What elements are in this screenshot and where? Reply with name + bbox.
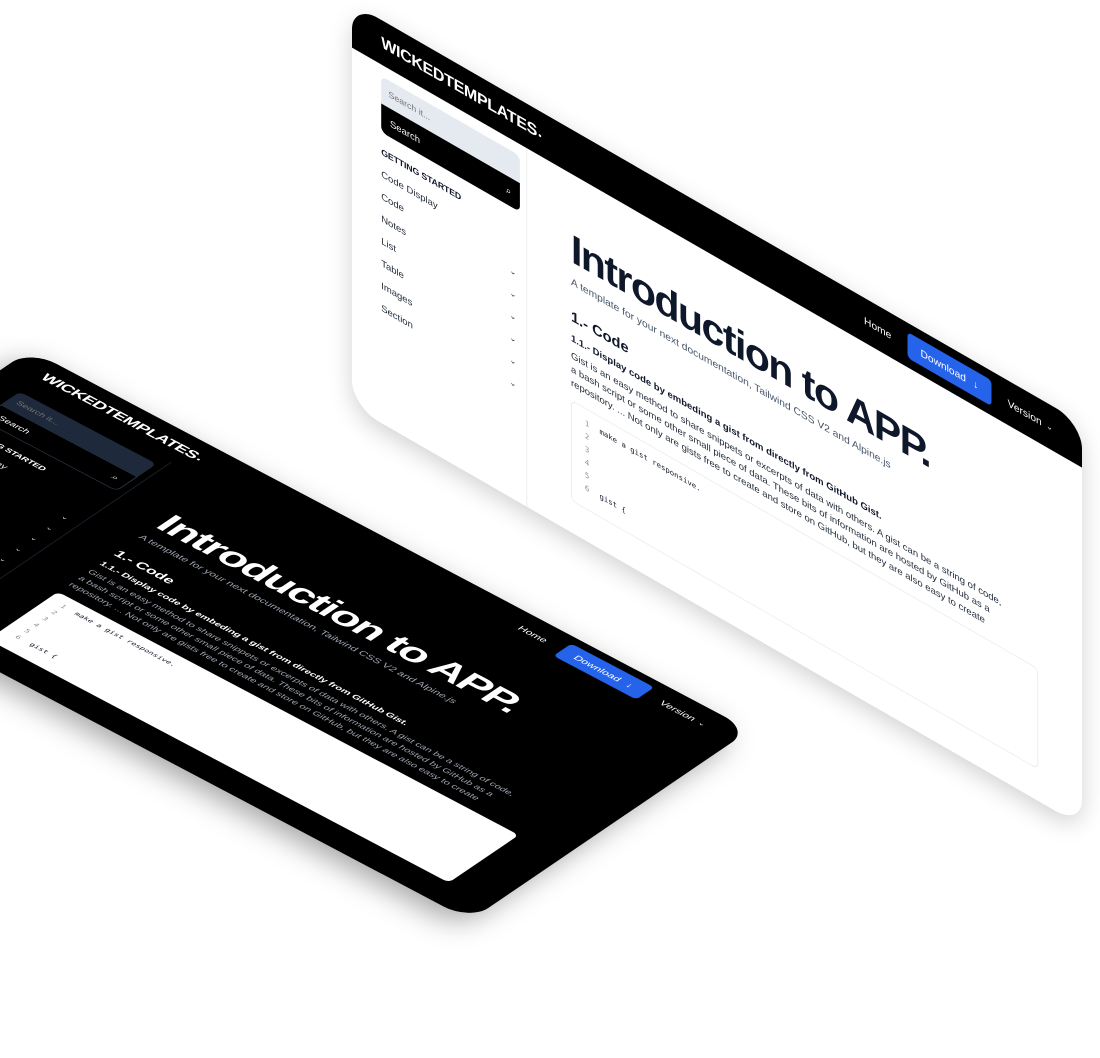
chevron-down-icon: ⌄ — [58, 513, 72, 522]
arrow-down-icon: ↓ — [973, 377, 979, 392]
nav-home-link[interactable]: Home — [864, 314, 891, 341]
logo-mark-icon: • — [538, 129, 542, 142]
version-label: Version — [1007, 396, 1042, 428]
chevron-down-icon: ⌄ — [27, 535, 41, 543]
chevron-down-icon: ⌄ — [1046, 420, 1053, 434]
version-label: Version — [657, 699, 699, 723]
chevron-down-icon: ⌄ — [509, 310, 517, 323]
chevron-down-icon: ⌄ — [509, 332, 517, 346]
chevron-down-icon: ⌄ — [509, 288, 517, 301]
chevron-down-icon: ⌄ — [0, 556, 10, 564]
nav-home-link[interactable]: Home — [516, 624, 551, 644]
sidebar-item-label: List — [381, 235, 396, 255]
chevron-down-icon: ⌄ — [509, 265, 517, 279]
chevron-down-icon: ⌄ — [509, 377, 517, 390]
line-number: 6 — [584, 483, 590, 495]
search-icon: ⌕ — [505, 183, 512, 198]
chevron-down-icon: ⌄ — [12, 545, 25, 554]
chevron-down-icon: ⌄ — [695, 719, 709, 728]
stage: WICKEDTEMPLATES• Home Download ↓ Version… — [0, 0, 1100, 1058]
arrow-down-icon: ↓ — [623, 681, 637, 690]
chevron-down-icon: ⌄ — [509, 354, 517, 368]
chevron-down-icon: ⌄ — [43, 524, 56, 533]
search-icon: ⌕ — [108, 473, 122, 482]
